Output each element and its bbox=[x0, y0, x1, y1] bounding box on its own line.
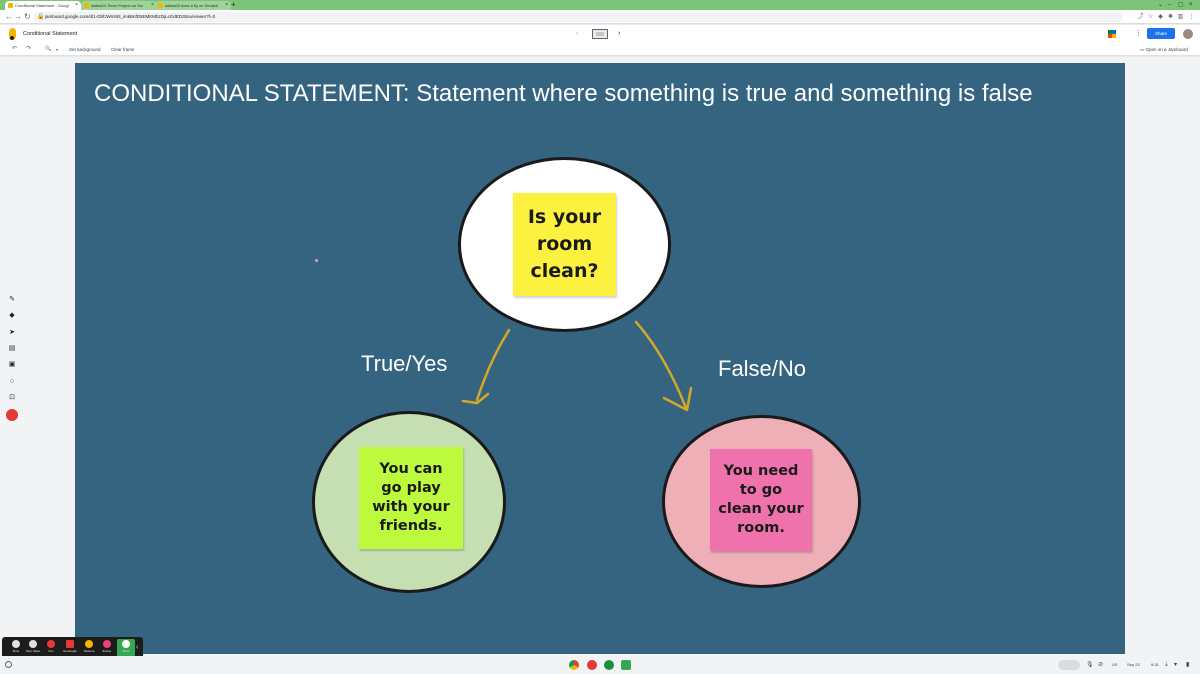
microphone-icon bbox=[12, 640, 20, 648]
document-title[interactable]: Conditional Statement bbox=[23, 25, 77, 43]
tool-rail: ✎ ◆ ➤ ▤ ▣ ○ ⊡ bbox=[5, 294, 19, 422]
slide-heading: CONDITIONAL STATEMENT: Statement where s… bbox=[94, 80, 1033, 107]
forward-icon[interactable]: → bbox=[14, 11, 22, 23]
bookmark-star-icon[interactable]: ☆ bbox=[1146, 11, 1155, 23]
reload-icon[interactable]: ↻ bbox=[24, 11, 31, 23]
rectangle-icon bbox=[66, 640, 74, 648]
open-on-jamboard-button[interactable]: ▭ Open on a Jamboard bbox=[1140, 43, 1188, 56]
lock-icon[interactable]: 🔒 bbox=[37, 13, 44, 21]
back-icon[interactable]: ← bbox=[5, 11, 13, 23]
false-branch-label: False/No bbox=[718, 356, 807, 381]
laser-icon[interactable] bbox=[6, 409, 18, 421]
browser-tab-timer-project[interactable]: dallas03 Timer Project on Scr × bbox=[81, 1, 157, 10]
video-icon bbox=[29, 640, 37, 648]
jamboard-favicon-icon bbox=[8, 3, 13, 8]
redo-icon[interactable]: ↷ bbox=[26, 43, 31, 56]
true-sticky-note[interactable]: You can go play with your friends. bbox=[359, 447, 463, 549]
share-page-icon[interactable]: ⤴ bbox=[1136, 11, 1145, 23]
true-branch-label: True/Yes bbox=[361, 351, 448, 376]
app-green-icon[interactable] bbox=[621, 660, 631, 670]
puzzle-icon[interactable]: ✱ bbox=[1166, 11, 1175, 23]
browser-tab-strip: Conditional Statement - Googl × dallas03… bbox=[0, 0, 1200, 10]
zoom-icon[interactable]: 🔍 bbox=[45, 43, 51, 56]
image-icon[interactable]: ▣ bbox=[8, 361, 16, 369]
next-frame-button[interactable]: › bbox=[618, 25, 620, 43]
scratch-favicon-icon bbox=[158, 3, 163, 8]
mute-button[interactable]: Mute bbox=[7, 639, 25, 657]
share-button[interactable]: Share bbox=[1147, 28, 1175, 39]
tray-apps-pill[interactable] bbox=[1058, 660, 1080, 670]
jamboard-toolbar: ↶ ↷ 🔍 ▾ Set background Clear frame ▭ Ope… bbox=[0, 43, 1200, 56]
browser-tab-conditional-statement[interactable]: Conditional Statement - Googl × bbox=[5, 1, 81, 10]
eraser-icon bbox=[103, 640, 111, 648]
network-icon[interactable]: ⇣ bbox=[1164, 656, 1169, 674]
os-shelf: 🎙 ⊘ US Sep 23 9:31 ⇣ ▾ ▮ bbox=[0, 656, 1200, 674]
eraser-tool-button[interactable]: Eraser bbox=[98, 639, 116, 657]
jamboard-logo-icon[interactable] bbox=[9, 28, 16, 40]
tab-label: dallas03 does it fly on Scratch bbox=[165, 3, 219, 8]
shelf-date[interactable]: Sep 23 bbox=[1127, 656, 1140, 674]
close-tab-icon[interactable]: × bbox=[225, 1, 228, 10]
address-bar[interactable]: 🔒 jamboard.google.com/d/1-DbfJWmh0l_imkB… bbox=[33, 12, 1123, 22]
set-background-button[interactable]: Set background bbox=[69, 43, 101, 56]
wifi-icon[interactable]: ▾ bbox=[1174, 656, 1177, 674]
meet-icon[interactable] bbox=[604, 660, 614, 670]
url-text: jamboard.google.com/d/1-DbfJWmh0l_imkBnf… bbox=[45, 14, 216, 19]
maximize-icon[interactable]: ▢ bbox=[1178, 0, 1184, 10]
new-tab-button[interactable]: + bbox=[231, 0, 236, 10]
false-sticky-note[interactable]: You need to go clean your room. bbox=[710, 449, 812, 551]
eraser-icon[interactable]: ◆ bbox=[8, 312, 16, 320]
tab-label: Conditional Statement - Googl bbox=[15, 3, 69, 8]
launcher-icon[interactable] bbox=[5, 661, 12, 668]
more-options-button[interactable]: ⋮ bbox=[1135, 25, 1142, 43]
more-icon bbox=[122, 640, 130, 648]
text-box-icon[interactable]: ⊡ bbox=[8, 394, 16, 402]
smiley-icon bbox=[85, 640, 93, 648]
meet-present-icon[interactable] bbox=[1108, 30, 1119, 38]
avatar[interactable] bbox=[1183, 29, 1193, 39]
jamboard-header: Conditional Statement ‹ › ⋮ Share bbox=[0, 25, 1200, 43]
side-panel-icon[interactable]: ▥ bbox=[1176, 11, 1185, 23]
open-on-jamboard-label: Open on a Jamboard bbox=[1145, 47, 1188, 52]
battery-icon[interactable]: ▮ bbox=[1186, 656, 1189, 674]
rectangle-tool-button[interactable]: Rectangle bbox=[61, 639, 79, 657]
minimize-window-icon[interactable]: – bbox=[1168, 0, 1171, 10]
close-tab-icon[interactable]: × bbox=[75, 1, 78, 10]
jam-frame[interactable] bbox=[75, 63, 1125, 654]
shape-icon[interactable]: ○ bbox=[8, 378, 16, 386]
stop-video-button[interactable]: Stop Video bbox=[24, 639, 42, 657]
scratch-favicon-icon bbox=[84, 3, 89, 8]
mic-icon[interactable]: 🎙 bbox=[1086, 656, 1094, 674]
chrome-icon[interactable] bbox=[569, 660, 579, 670]
extension-icon[interactable]: ◆ bbox=[1156, 11, 1165, 23]
previous-frame-button[interactable]: ‹ bbox=[576, 25, 578, 43]
pen-icon bbox=[47, 640, 55, 648]
browser-menu-icon[interactable]: ⋮ bbox=[1187, 11, 1196, 23]
clear-frame-button[interactable]: Clear frame bbox=[111, 43, 135, 56]
browser-toolbar: ← → ↻ 🔒 jamboard.google.com/d/1-DbfJWmh0… bbox=[0, 10, 1200, 24]
question-sticky-note[interactable]: Is your room clean? bbox=[513, 193, 616, 296]
stickers-button[interactable]: Stickers bbox=[80, 639, 98, 657]
browser-tab-does-it-fly[interactable]: dallas03 does it fly on Scratch × bbox=[155, 1, 231, 10]
close-window-icon[interactable]: × bbox=[1189, 0, 1193, 10]
zoom-dropdown-caret-icon[interactable]: ▾ bbox=[56, 43, 58, 56]
close-tab-icon[interactable]: × bbox=[151, 1, 154, 10]
undo-icon[interactable]: ↶ bbox=[12, 43, 17, 56]
ime-label[interactable]: US bbox=[1112, 656, 1118, 674]
app-red-icon[interactable] bbox=[587, 660, 597, 670]
frame-bar-thumbnail[interactable] bbox=[592, 29, 608, 39]
sticky-note-icon[interactable]: ▤ bbox=[8, 345, 16, 353]
select-icon[interactable]: ➤ bbox=[8, 329, 16, 337]
tab-label: dallas03 Timer Project on Scr bbox=[91, 3, 144, 8]
more-button[interactable]: More bbox=[117, 639, 135, 657]
settings-icon[interactable]: ⊘ bbox=[1098, 656, 1103, 674]
stray-ink-dot bbox=[315, 259, 318, 262]
frame-thumbnail-preview bbox=[596, 32, 604, 36]
minimize-icon[interactable]: ⌄ bbox=[1158, 0, 1163, 10]
pen-icon[interactable]: ✎ bbox=[8, 296, 16, 304]
pen-tool-button[interactable]: Pen bbox=[42, 639, 60, 657]
shelf-time[interactable]: 9:31 bbox=[1151, 656, 1159, 674]
